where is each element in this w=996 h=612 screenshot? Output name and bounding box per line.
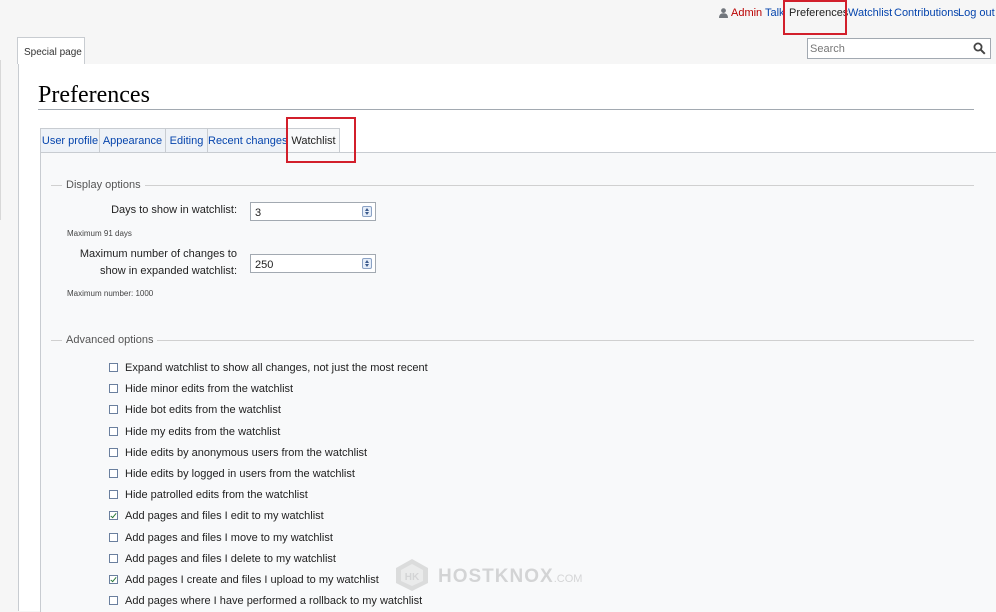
max-changes-label-line1: Maximum number of changes to <box>79 248 237 260</box>
max-changes-spin-icon[interactable] <box>362 258 372 269</box>
display-options-legend: Display options <box>62 179 145 191</box>
search-box <box>807 38 991 59</box>
checkbox-label[interactable]: Add pages I create and files I upload to… <box>125 572 379 588</box>
checkbox-label[interactable]: Hide edits by anonymous users from the w… <box>125 445 367 461</box>
hostknox-logo-icon: HK <box>396 559 428 591</box>
svg-text:HK: HK <box>405 572 420 583</box>
days-input[interactable] <box>253 204 357 222</box>
checkbox[interactable] <box>109 490 118 499</box>
watchlist-link[interactable]: Watchlist <box>848 7 892 19</box>
search-icon[interactable] <box>973 42 986 55</box>
checkbox-label[interactable]: Add pages and files I move to my watchli… <box>125 530 333 546</box>
checkbox-label[interactable]: Hide my edits from the watchlist <box>125 424 280 440</box>
display-options-rule <box>51 185 974 186</box>
days-help: Maximum 91 days <box>67 229 132 238</box>
checkbox-label[interactable]: Add pages and files I delete to my watch… <box>125 551 336 567</box>
checkbox-label[interactable]: Add pages and files I edit to my watchli… <box>125 508 324 524</box>
max-changes-label-line2: show in expanded watchlist: <box>100 265 237 277</box>
tab-editing[interactable]: Editing <box>165 128 207 153</box>
checkbox-label[interactable]: Hide minor edits from the watchlist <box>125 381 293 397</box>
checkbox-label[interactable]: Hide edits by logged in users from the w… <box>125 466 355 482</box>
tab-special-page[interactable]: Special page <box>17 37 85 64</box>
days-spin-icon[interactable] <box>362 206 372 217</box>
user-icon <box>719 8 728 18</box>
checkbox-label[interactable]: Hide bot edits from the watchlist <box>125 402 281 418</box>
logout-link[interactable]: Log out <box>958 7 995 19</box>
contributions-link[interactable]: Contributions <box>894 7 959 19</box>
watermark: HK HOSTKNOX.COM <box>394 558 582 592</box>
checkbox[interactable] <box>109 511 118 520</box>
preferences-highlight-box <box>783 0 847 35</box>
left-divider <box>0 60 1 220</box>
content-area: Preferences User profile Appearance Edit… <box>18 64 996 612</box>
checkbox[interactable] <box>109 448 118 457</box>
username-link[interactable]: Admin <box>731 7 762 19</box>
checkbox[interactable] <box>109 427 118 436</box>
checkbox[interactable] <box>109 405 118 414</box>
advanced-options-rule <box>51 340 974 341</box>
tab-appearance[interactable]: Appearance <box>99 128 165 153</box>
checkbox[interactable] <box>109 384 118 393</box>
watermark-text: HOSTKNOX.COM <box>438 566 582 588</box>
checkbox[interactable] <box>109 575 118 584</box>
checkbox[interactable] <box>109 469 118 478</box>
title-divider <box>38 109 974 110</box>
watermark-suffix: .COM <box>553 573 583 585</box>
checkbox[interactable] <box>109 533 118 542</box>
watchlist-preferences-panel: Display options Days to show in watchlis… <box>40 152 996 612</box>
watchlist-tab-highlight-box <box>286 117 356 163</box>
days-stepper[interactable] <box>250 202 376 222</box>
tab-user-profile[interactable]: User profile <box>40 128 99 153</box>
advanced-options-legend: Advanced options <box>62 334 158 346</box>
max-changes-stepper[interactable] <box>250 254 376 274</box>
checkbox-label[interactable]: Hide patrolled edits from the watchlist <box>125 487 308 503</box>
search-input[interactable] <box>808 40 960 58</box>
days-label: Days to show in watchlist: <box>111 204 237 216</box>
checkbox[interactable] <box>109 596 118 605</box>
checkbox[interactable] <box>109 363 118 372</box>
checkbox[interactable] <box>109 554 118 563</box>
tab-recent-changes[interactable]: Recent changes <box>207 128 288 153</box>
max-changes-help: Maximum number: 1000 <box>67 289 154 298</box>
checkbox-label[interactable]: Expand watchlist to show all changes, no… <box>125 360 428 376</box>
max-changes-input[interactable] <box>253 256 357 274</box>
checkbox-label[interactable]: Add pages where I have performed a rollb… <box>125 593 422 609</box>
talk-link[interactable]: Talk <box>765 7 785 19</box>
watermark-brand: HOSTKNOX <box>438 566 554 587</box>
page-title: Preferences <box>38 82 150 108</box>
max-changes-label: Maximum number of changes to show in exp… <box>61 246 237 280</box>
